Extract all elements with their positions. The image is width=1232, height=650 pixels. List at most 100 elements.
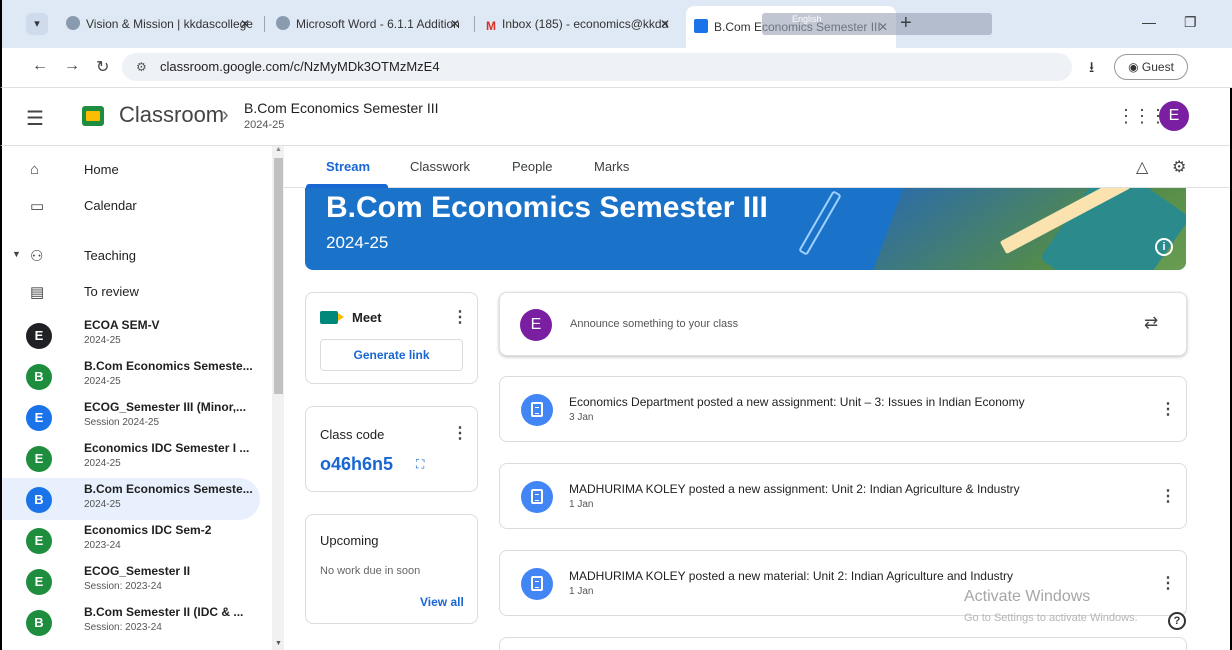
view-all-link[interactable]: View all [420, 595, 464, 609]
post-date: 3 Jan [569, 412, 594, 423]
tab-classwork[interactable]: Classwork [410, 159, 470, 174]
minimize-icon[interactable]: — [1142, 14, 1156, 30]
browser-tab-gmail[interactable]: M Inbox (185) - economics@kkda ✕ [478, 8, 678, 40]
more-options-icon[interactable]: ⋮ [1160, 573, 1176, 593]
sidebar-course-item[interactable]: E ECOA SEM-V 2024-25 [2, 314, 260, 356]
tab-divider [474, 16, 475, 32]
sidebar-course-item[interactable]: B B.Com Semester II (IDC & ... Session: 20… [2, 601, 260, 643]
banner-session: 2024-25 [326, 233, 389, 252]
sidebar-item-home[interactable]: ⌂ Home [2, 152, 272, 188]
classroom-header: ☰ Classroom › B.Com Economics Semester I… [0, 88, 1232, 146]
close-icon[interactable]: ✕ [240, 8, 250, 40]
classroom-logo[interactable] [82, 106, 104, 126]
browser-tab-word[interactable]: Microsoft Word - 6.1.1 Addition ✕ [268, 8, 468, 40]
course-subtitle: Session 2024-25 [84, 417, 160, 428]
course-subtitle: Session: 2023-24 [84, 622, 162, 633]
help-icon[interactable]: ? [1168, 612, 1186, 630]
scroll-down-icon[interactable]: ▼ [275, 640, 282, 647]
profile-button[interactable]: ◉ Guest [1114, 54, 1188, 80]
pen-illustration [798, 190, 842, 256]
class-code-label: Class code [320, 427, 385, 442]
course-avatar: E [26, 446, 52, 472]
course-title: ECOG_Semester II [84, 564, 191, 578]
download-icon[interactable]: ⭳ [1089, 57, 1094, 82]
drive-folder-icon[interactable]: △ [1136, 157, 1148, 177]
sidebar-course-item[interactable]: E Economics IDC Semester I ... 2024-25 [2, 437, 260, 479]
course-avatar: E [26, 569, 52, 595]
classroom-favicon [694, 19, 708, 33]
more-options-icon[interactable]: ⋮ [452, 307, 468, 327]
sidebar-course-item[interactable]: E Economics IDC Sem-2 2023-24 [2, 519, 260, 561]
breadcrumb-class-title[interactable]: B.Com Economics Semester III [244, 100, 439, 116]
menu-icon[interactable]: ☰ [26, 106, 44, 131]
scroll-up-icon[interactable]: ▲ [275, 146, 282, 153]
sidebar-item-teaching[interactable]: ▼ ⚇ Teaching [2, 238, 272, 274]
course-title: ECOG_Semester III (Minor,... [84, 400, 247, 414]
avatar: E [520, 309, 552, 341]
course-avatar: E [26, 528, 52, 554]
repost-icon[interactable]: ⇄ [1144, 313, 1158, 333]
upcoming-empty-text: No work due in soon [320, 565, 421, 577]
stream-post[interactable]: MADHURIMA KOLEY posted a new assignment:… [499, 463, 1187, 529]
sidebar-course-item[interactable]: B B.Com Economics Semeste... 2024-25 [2, 355, 260, 397]
close-icon[interactable]: ✕ [450, 8, 460, 40]
activate-windows-watermark: Activate Windows [964, 588, 1091, 605]
ime-toolbar[interactable]: English [762, 13, 992, 35]
fullscreen-icon[interactable]: ⛶ [416, 457, 424, 472]
upcoming-label: Upcoming [320, 533, 379, 548]
stream-post[interactable]: MADHURIMA KOLEY posted a new material: U… [499, 550, 1187, 616]
settings-gear-icon[interactable]: ⚙ [1172, 157, 1186, 177]
tab-marks[interactable]: Marks [594, 159, 629, 174]
class-code-card: Class code ⋮ o46h6n5 ⛶ [305, 406, 478, 492]
sidebar-item-calendar[interactable]: ▭ Calendar [2, 188, 272, 224]
sidebar-item-to-review[interactable]: ▤ To review [2, 274, 272, 310]
course-title: Economics IDC Sem-2 [84, 523, 212, 537]
browser-tab-vision[interactable]: Vision & Mission | kkdascollege ✕ [58, 8, 258, 40]
forward-icon[interactable]: → [64, 57, 80, 75]
announce-box[interactable]: E Announce something to your class ⇄ [499, 292, 1187, 356]
reload-icon[interactable]: ↻ [96, 57, 109, 77]
account-avatar[interactable]: E [1159, 101, 1189, 131]
more-options-icon[interactable]: ⋮ [452, 423, 468, 443]
tab-divider [264, 16, 265, 32]
site-favicon [276, 16, 290, 30]
tab-title: Microsoft Word - 6.1.1 Addition [296, 17, 460, 31]
scrollbar-thumb[interactable] [274, 158, 283, 394]
sidebar-scrollbar[interactable]: ▲ ▼ [272, 146, 284, 650]
app-name[interactable]: Classroom [119, 102, 224, 128]
sidebar-course-item[interactable]: B B.Com Economics Semeste... 2024-25 [2, 478, 260, 520]
info-icon[interactable]: i [1155, 238, 1173, 256]
address-bar[interactable]: ⚙ classroom.google.com/c/NzMyMDk3OTMzMzE… [122, 53, 1072, 81]
tab-search-button[interactable]: ▾ [26, 13, 48, 35]
course-title: B.Com Semester II (IDC & ... [84, 605, 244, 619]
generate-link-button[interactable]: Generate link [320, 339, 463, 371]
site-info-icon[interactable]: ⚙ [136, 53, 147, 81]
class-nav-tabs: Stream Classwork People Marks △ ⚙ [284, 146, 1232, 188]
sidebar-course-item[interactable]: E ECOG_Semester III (Minor,... Session 202… [2, 396, 260, 438]
sidebar-course-item[interactable]: E ECOG_Semester II Session: 2023-24 [2, 560, 260, 602]
restore-icon[interactable]: ❐ [1184, 14, 1197, 31]
back-icon[interactable]: ← [32, 57, 48, 75]
new-tab-button[interactable]: + [900, 12, 912, 34]
chevron-right-icon: › [222, 104, 229, 126]
course-subtitle: 2024-25 [84, 335, 121, 346]
more-options-icon[interactable]: ⋮ [1160, 486, 1176, 506]
browser-tab-bar: ▾ Vision & Mission | kkdascollege ✕ Micr… [0, 0, 1232, 48]
caret-down-icon[interactable]: ▼ [12, 249, 21, 259]
course-avatar: E [26, 323, 52, 349]
post-title: MADHURIMA KOLEY posted a new assignment:… [569, 482, 1020, 496]
announce-placeholder[interactable]: Announce something to your class [570, 318, 738, 330]
course-title: ECOA SEM-V [84, 318, 160, 332]
close-icon[interactable]: ✕ [660, 8, 670, 40]
course-subtitle: 2024-25 [84, 499, 121, 510]
stream-post[interactable] [499, 637, 1187, 650]
tab-stream[interactable]: Stream [326, 159, 370, 174]
google-apps-icon[interactable]: ⋮⋮⋮ [1117, 106, 1167, 127]
more-options-icon[interactable]: ⋮ [1160, 399, 1176, 419]
tab-people[interactable]: People [512, 159, 552, 174]
course-subtitle: 2024-25 [84, 458, 121, 469]
post-title: MADHURIMA KOLEY posted a new material: U… [569, 569, 1013, 583]
stream-post[interactable]: Economics Department posted a new assign… [499, 376, 1187, 442]
banner-title: B.Com Economics Semester III [326, 191, 768, 224]
course-title: B.Com Economics Semeste... [84, 482, 253, 496]
